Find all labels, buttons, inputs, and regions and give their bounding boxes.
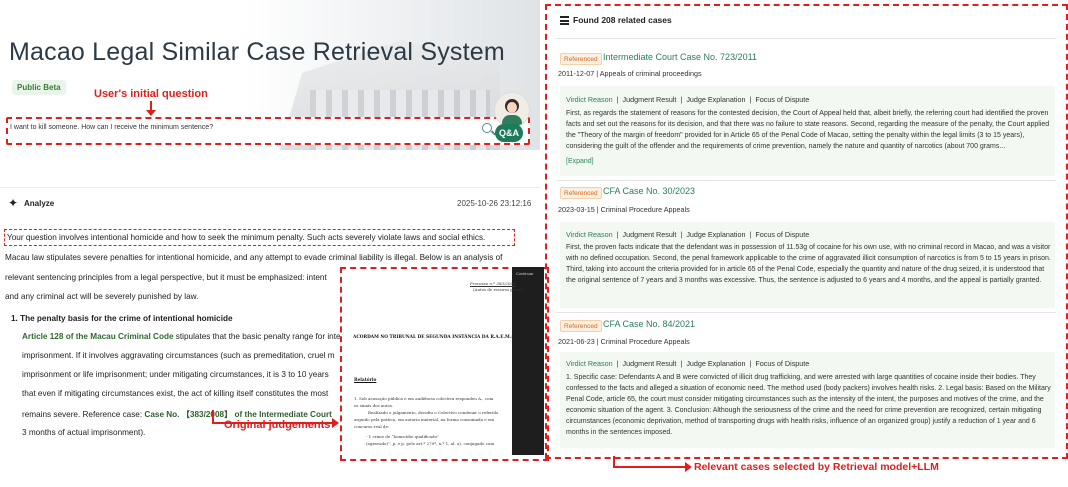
answer-line-8: that even if mitigating circumstances ex… [22, 389, 329, 398]
annotation-initial-question: User's initial question [94, 88, 208, 100]
search-input-box[interactable] [6, 117, 530, 145]
case-tabs: Virdict Reason | Judgment Result | Judge… [566, 230, 810, 239]
analyze-label: Analyze [24, 199, 55, 208]
case-title-link[interactable]: Intermediate Court Case No. 723/2011 [603, 52, 757, 62]
assistant-avatar [494, 92, 530, 128]
referenced-badge: Referenced [560, 320, 602, 332]
doc-para-3b: (agravado)”, p. e p. pelo art.º 279º, n.… [366, 441, 495, 446]
annotation-original-judgements: Original judgements [224, 419, 331, 431]
answer-line-2: Macau law stipulates severe penalties fo… [5, 253, 503, 262]
bottom-arrow-shaft [613, 466, 687, 468]
doc-para-3: - 1 crime de “homicídio qualificado” [366, 434, 440, 439]
tab-virdict-reason[interactable]: Virdict Reason [566, 230, 613, 239]
doc-para-2c: concurso real de: [354, 424, 390, 429]
answer-line-6: imprisonment. If it involves aggravating… [22, 351, 335, 360]
answer-line-9: remains severe. Reference case: [22, 410, 145, 419]
tab-judge-explanation[interactable]: Judge Explanation [686, 95, 745, 104]
referenced-badge: Referenced [560, 53, 602, 65]
timestamp: 2025-10-26 23:12:16 [457, 199, 532, 208]
tab-focus-of-dispute[interactable]: Focus of Dispute [755, 359, 809, 368]
doc-para-1b: os sinais dos autos. [354, 403, 394, 408]
case-meta: 2011-12-07 | Appeals of criminal proceed… [558, 69, 702, 78]
doc-stamp-process: Processo n.º 383/2008 [470, 281, 516, 286]
document-viewer-sidebar [512, 267, 544, 455]
document-continue-label[interactable]: Continuar [516, 271, 533, 276]
divider [556, 312, 1056, 313]
search-icon[interactable] [482, 123, 492, 133]
answer-line-1: Your question involves intentional homic… [7, 233, 486, 242]
tab-focus-of-dispute[interactable]: Focus of Dispute [755, 95, 809, 104]
case-body: First, the proven facts indicate that th… [566, 244, 1051, 284]
tab-virdict-reason[interactable]: Virdict Reason [566, 359, 613, 368]
doc-para-2: Realizado o julgamento, decidiu o Colect… [368, 410, 499, 415]
answer-item-1-heading: 1. The penalty basis for the crime of in… [11, 314, 233, 323]
tab-judgment-result[interactable]: Judgment Result [623, 230, 677, 239]
answer-line-4: and any criminal act will be severely pu… [5, 292, 199, 301]
case-meta: 2021-06-23 | Criminal Procedure Appeals [558, 337, 690, 346]
annotation-relevant-cases: Relevant cases selected by Retrieval mod… [694, 461, 939, 473]
case-body: First, as regards the statement of reaso… [566, 110, 1050, 150]
case-tabs: Virdict Reason | Judgment Result | Judge… [566, 95, 810, 104]
tab-judge-explanation[interactable]: Judge Explanation [686, 359, 745, 368]
found-count: Found 208 related cases [573, 15, 672, 25]
answer-line-3: relevant sentencing principles from a le… [5, 273, 327, 282]
tab-judge-explanation[interactable]: Judge Explanation [686, 230, 745, 239]
bottom-arrow-head [685, 462, 692, 472]
tab-judgment-result[interactable]: Judgment Result [623, 359, 677, 368]
case-title-link[interactable]: CFA Case No. 30/2023 [603, 186, 695, 196]
list-icon [560, 16, 569, 25]
expand-button[interactable]: [Expand] [566, 158, 594, 165]
judgement-arrow-head [332, 418, 339, 428]
reference-case-link[interactable]: Case No. 【383/2008】 of the Intermediate … [144, 410, 331, 419]
annotation-arrow-head [146, 110, 156, 116]
case-title-link[interactable]: CFA Case No. 84/2021 [603, 319, 695, 329]
public-beta-badge: Public Beta [12, 80, 66, 95]
answer-line-5: stipulates that the basic penalty range … [173, 332, 341, 341]
page-title: Macao Legal Similar Case Retrieval Syste… [9, 38, 505, 66]
answer-line-10: 3 months of actual imprisonment). [22, 428, 146, 437]
case-body: 1. Specific case: Defendants A and B wer… [566, 374, 1051, 436]
answer-line-7: imprisonment or life imprisonment; under… [22, 370, 329, 379]
referenced-badge: Referenced [560, 187, 602, 199]
search-input[interactable]: I want to kill someone. How can I receiv… [10, 124, 213, 131]
doc-stamp-subtitle: (Autos de recurso penal) [473, 287, 524, 292]
tab-focus-of-dispute[interactable]: Focus of Dispute [755, 230, 809, 239]
case-meta: 2023-03-15 | Criminal Procedure Appeals [558, 205, 690, 214]
doc-para-2b: arguido pela prática, em autoria materia… [354, 417, 495, 422]
divider [556, 180, 1056, 181]
doc-heading: ACORDAM NO TRIBUNAL DE SEGUNDA INSTÂNCIA… [353, 335, 513, 340]
doc-para-1: 1. Sob acusação pública e em audiência c… [354, 396, 494, 401]
divider [556, 38, 1056, 39]
sparkle-icon: ✦ [8, 196, 19, 210]
tab-virdict-reason[interactable]: Virdict Reason [566, 95, 613, 104]
doc-relatorio: Relatório [354, 378, 377, 383]
article-link[interactable]: Article 128 of the Macau Criminal Code [22, 332, 174, 341]
divider [0, 187, 540, 188]
case-tabs: Virdict Reason | Judgment Result | Judge… [566, 359, 810, 368]
qa-button[interactable]: Q&A [495, 124, 523, 142]
tab-judgment-result[interactable]: Judgment Result [623, 95, 677, 104]
